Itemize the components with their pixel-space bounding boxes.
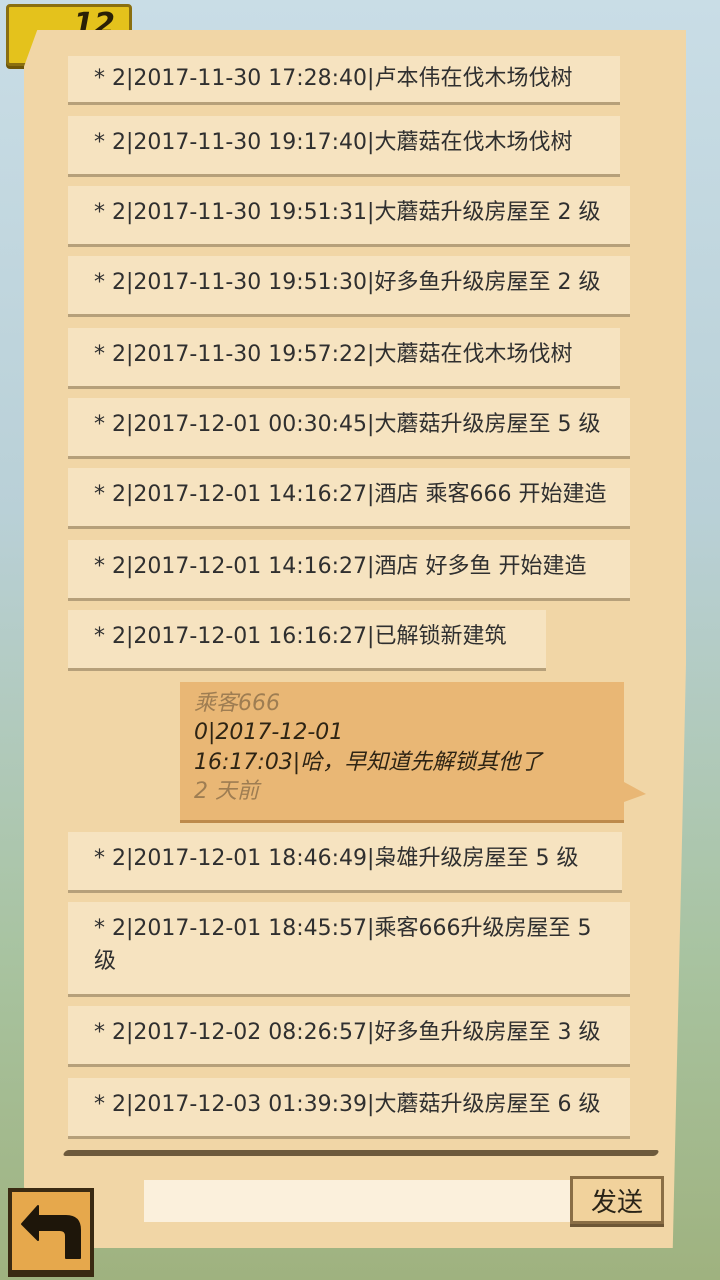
send-button-label: 发送: [590, 1187, 643, 1218]
log-entry: * 2|2017-12-01 14:16:27|酒店 乘客666 开始建造: [68, 468, 630, 526]
message-log[interactable]: * 2|2017-11-30 17:28:40|卢本伟在伐木场伐树 * 2|20…: [0, 0, 720, 1150]
log-entry: * 2|2017-11-30 19:51:30|好多鱼升级房屋至 2 级: [68, 256, 630, 314]
log-entry: * 2|2017-11-30 17:28:40|卢本伟在伐木场伐树: [68, 56, 620, 102]
chat-bubble-date: 0|2017-12-01: [194, 720, 344, 745]
log-entry: * 2|2017-12-03 01:39:39|大蘑菇升级房屋至 6 级: [68, 1078, 630, 1136]
log-entry: * 2|2017-12-01 16:16:27|已解锁新建筑: [68, 610, 546, 668]
log-entry: * 2|2017-12-02 08:26:57|好多鱼升级房屋至 3 级: [68, 1006, 630, 1064]
back-button[interactable]: [8, 1188, 94, 1274]
send-button[interactable]: 发送: [570, 1176, 664, 1224]
log-entry: * 2|2017-11-30 19:51:31|大蘑菇升级房屋至 2 级: [68, 186, 630, 244]
log-entry: * 2|2017-12-01 14:16:27|酒店 好多鱼 开始建造: [68, 540, 630, 598]
chat-bubble: 乘客666 0|2017-12-01 16:17:03|哈，早知道先解锁其他了 …: [180, 682, 624, 820]
log-entry: * 2|2017-12-01 18:45:57|乘客666升级房屋至 5 级: [68, 902, 630, 994]
log-entry: * 2|2017-12-01 00:30:45|大蘑菇升级房屋至 5 级: [68, 398, 630, 456]
chat-bubble-text: 16:17:03|哈，早知道先解锁其他了: [194, 750, 543, 775]
chat-input[interactable]: [144, 1180, 572, 1222]
chat-bubble-tail: [624, 782, 646, 802]
divider: [62, 1150, 660, 1156]
back-arrow-icon: [21, 1205, 81, 1259]
chat-bubble-time-ago: 2 天前: [194, 779, 259, 804]
log-entry: * 2|2017-11-30 19:57:22|大蘑菇在伐木场伐树: [68, 328, 620, 386]
log-entry: * 2|2017-11-30 19:17:40|大蘑菇在伐木场伐树: [68, 116, 620, 174]
log-entry: * 2|2017-12-01 18:46:49|枭雄升级房屋至 5 级: [68, 832, 622, 890]
chat-bubble-username: 乘客666: [194, 691, 280, 716]
